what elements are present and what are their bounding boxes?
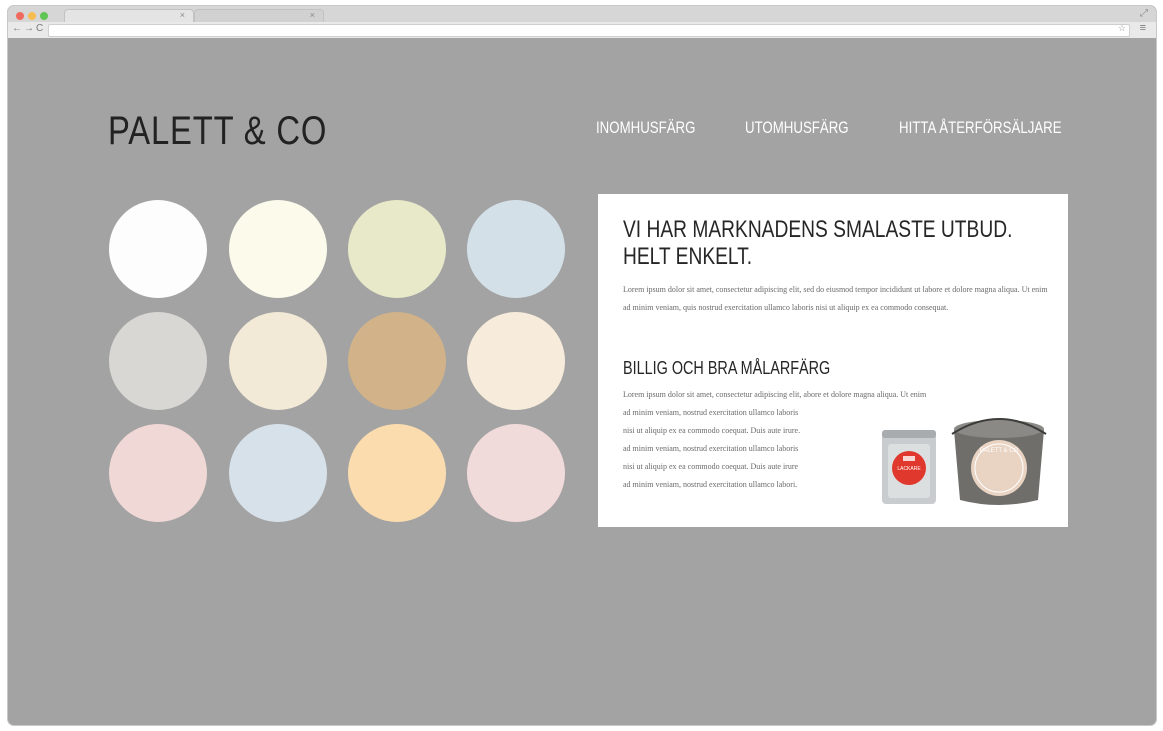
reload-icon[interactable]: C [36, 23, 43, 34]
color-swatch[interactable] [109, 424, 207, 522]
close-window-icon[interactable] [16, 12, 24, 20]
minimize-window-icon[interactable] [28, 12, 36, 20]
site-logo[interactable]: PALETT & CO [108, 109, 327, 154]
color-swatch[interactable] [467, 424, 565, 522]
fullscreen-icon[interactable]: ⤢ [1140, 8, 1148, 19]
card-title: VI HAR MARKNADENS SMALASTE UTBUD. HELT E… [623, 216, 1012, 270]
color-swatch[interactable] [229, 424, 327, 522]
tab-close-icon[interactable]: × [180, 10, 185, 20]
tab-strip: × × ⤢ [8, 6, 1156, 24]
color-swatch[interactable] [348, 200, 446, 298]
color-swatch[interactable] [467, 200, 565, 298]
bucket-brand-text: PALETT & CO [980, 448, 1019, 454]
color-swatch[interactable] [229, 312, 327, 410]
can-label-text: LACKARE [897, 466, 921, 472]
back-arrow-icon[interactable]: ← [12, 23, 22, 34]
card-title-line1: VI HAR MARKNADENS SMALASTE UTBUD. [623, 216, 1013, 243]
nav-link-utomhusfarg[interactable]: UTOMHUSFÄRG [745, 118, 849, 138]
info-card: VI HAR MARKNADENS SMALASTE UTBUD. HELT E… [598, 194, 1068, 527]
paint-can-small-image: LACKARE [882, 430, 936, 504]
browser-window: × × ⤢ ← → C ☆ ≡ PALETT & CO INOMHUSFÄRG … [8, 6, 1156, 725]
nav-link-inomhusfarg[interactable]: INOMHUSFÄRG [596, 118, 695, 138]
address-bar[interactable] [48, 24, 1130, 37]
forward-arrow-icon[interactable]: → [24, 23, 34, 34]
color-swatch[interactable] [229, 200, 327, 298]
card-subtitle: BILLIG OCH BRA MÅLARFÄRG [623, 358, 831, 378]
color-swatch[interactable] [348, 312, 446, 410]
color-swatch[interactable] [109, 312, 207, 410]
card-title-line2: HELT ENKELT. [623, 243, 753, 270]
color-swatch[interactable] [109, 200, 207, 298]
maximize-window-icon[interactable] [40, 12, 48, 20]
browser-toolbar: ← → C ☆ ≡ [8, 22, 1156, 38]
card-body-text: Lorem ipsum dolor sit amet, consectetur … [623, 285, 1048, 312]
body-line: Lorem ipsum dolor sit amet, consectetur … [623, 390, 927, 399]
color-swatch[interactable] [467, 312, 565, 410]
tab-close-icon[interactable]: × [310, 10, 315, 20]
nav-link-hitta-aterforsaljare[interactable]: HITTA ÅTERFÖRSÄLJARE [899, 118, 1062, 138]
paint-bucket-image: PALETT & CO [951, 418, 1047, 505]
browser-chrome: × × ⤢ ← → C ☆ ≡ [8, 6, 1156, 38]
color-swatch[interactable] [348, 424, 446, 522]
menu-icon[interactable]: ≡ [1140, 22, 1146, 34]
bookmark-star-icon[interactable]: ☆ [1118, 23, 1126, 34]
